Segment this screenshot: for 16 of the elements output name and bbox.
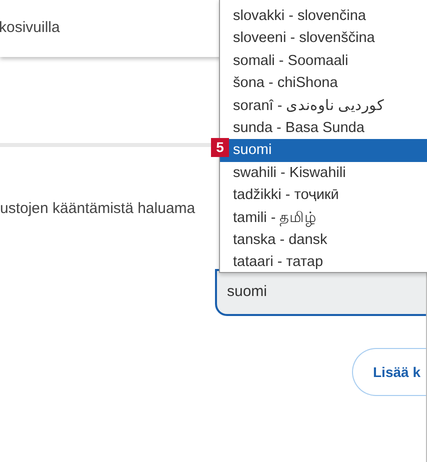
card-text: kosivuilla [0,18,60,38]
dropdown-option[interactable]: tamili - தமிழ் [220,206,427,229]
description-text: ustojen kääntämistä haluama [0,200,196,217]
add-button[interactable]: Lisää k [352,348,426,396]
dropdown-option[interactable]: soranî - کوردیی ناوەندی [220,94,427,117]
dropdown-option[interactable]: slovakki - slovenčina [220,5,427,28]
dropdown-option[interactable]: sunda - Basa Sunda [220,116,427,140]
dropdown-option[interactable]: tanska - dansk [220,228,427,252]
dropdown-option[interactable]: somali - Soomaali [220,50,427,72]
dropdown-option[interactable]: tataari - татар [220,251,427,272]
dropdown-option[interactable]: šona - chiShona [220,72,427,95]
dropdown-option[interactable]: sloveeni - slovenščina [220,27,427,50]
dropdown-option[interactable]: tadžikki - тоҷикӣ [220,184,427,207]
language-select[interactable]: suomi [215,269,426,316]
dropdown-option[interactable]: swahili - Kiswahili [220,162,427,184]
step-badge: 5 [211,138,229,158]
